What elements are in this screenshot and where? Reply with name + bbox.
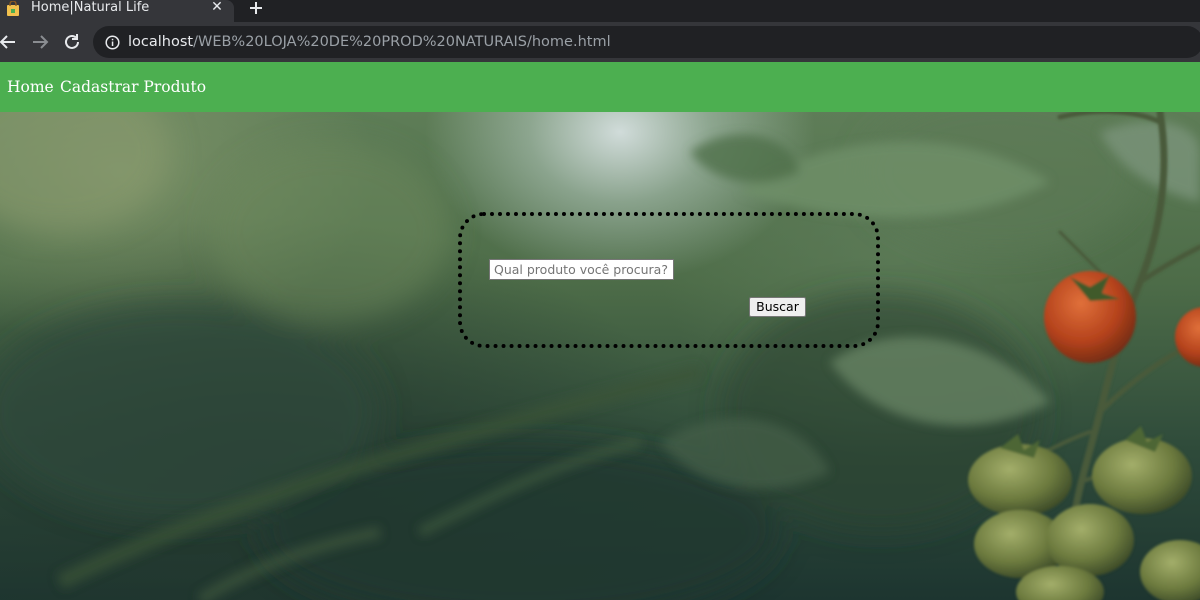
back-arrow-icon[interactable] <box>0 31 19 53</box>
browser-tab[interactable]: Home|Natural Life ✕ <box>0 0 234 22</box>
info-icon[interactable] <box>105 35 120 50</box>
tab-strip: Home|Natural Life ✕ <box>0 0 1200 22</box>
search-container <box>458 212 880 348</box>
plus-icon[interactable] <box>246 0 266 16</box>
nav-link-cadastrar-produto[interactable]: Cadastrar Produto <box>60 77 206 97</box>
web-page: Home Cadastrar Produto Qual produto você… <box>0 62 1200 600</box>
address-bar[interactable]: localhost/WEB%20LOJA%20DE%20PROD%20NATUR… <box>93 26 1200 58</box>
close-icon[interactable]: ✕ <box>209 0 225 16</box>
nav-link-home[interactable]: Home <box>7 77 54 97</box>
url-text[interactable]: localhost/WEB%20LOJA%20DE%20PROD%20NATUR… <box>128 33 611 51</box>
search-input[interactable] <box>489 259 674 280</box>
url-host: localhost <box>128 34 194 50</box>
forward-arrow-icon[interactable] <box>29 31 51 53</box>
tomato-plant-illustration <box>0 112 1200 600</box>
search-button[interactable]: Buscar <box>749 297 806 317</box>
tab-title: Home|Natural Life <box>31 0 150 15</box>
browser-toolbar: localhost/WEB%20LOJA%20DE%20PROD%20NATUR… <box>0 22 1200 62</box>
top-navbar: Home Cadastrar Produto <box>0 62 1200 112</box>
url-path: /WEB%20LOJA%20DE%20PROD%20NATURAIS/home.… <box>193 34 611 50</box>
hero-background <box>0 112 1200 600</box>
reload-icon[interactable] <box>61 31 83 53</box>
shopping-bag-icon <box>7 1 19 16</box>
